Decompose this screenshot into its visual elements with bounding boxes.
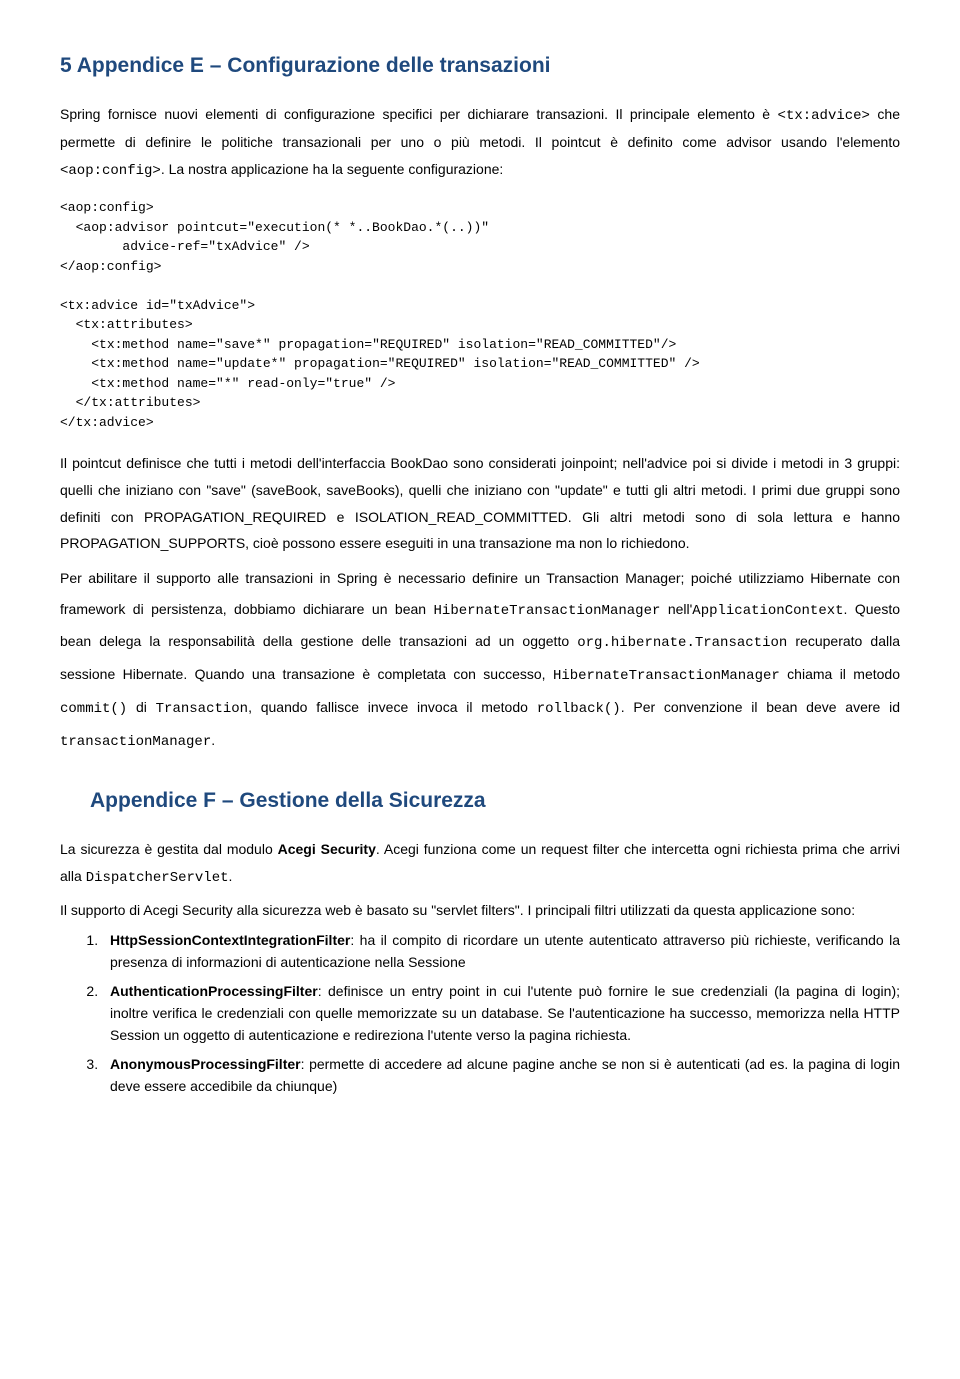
filter-name-1: HttpSessionContextIntegrationFilter	[110, 932, 350, 948]
code-dispatcher-servlet: DispatcherServlet	[86, 870, 229, 886]
code-rollback: rollback()	[537, 701, 621, 717]
text: La sicurezza è gestita dal modulo	[60, 841, 278, 857]
text: .	[211, 732, 215, 748]
filter-list: HttpSessionContextIntegrationFilter: ha …	[60, 930, 900, 1098]
code-commit: commit()	[60, 701, 127, 717]
code-tx-manager-id: transactionManager	[60, 734, 211, 750]
text: Spring fornisce nuovi elementi di config…	[60, 106, 778, 122]
list-item: HttpSessionContextIntegrationFilter: ha …	[102, 930, 900, 973]
filter-name-3: AnonymousProcessingFilter	[110, 1056, 301, 1072]
code-org-hibernate-tx: org.hibernate.Transaction	[577, 635, 787, 651]
code-hibernate-tx-mgr2: HibernateTransactionManager	[553, 668, 780, 684]
intro-paragraph: Spring fornisce nuovi elementi di config…	[60, 101, 900, 185]
text: di	[127, 699, 155, 715]
text: , quando fallisce invece invoca il metod…	[248, 699, 537, 715]
text: chiama il metodo	[780, 666, 900, 682]
text: .	[229, 868, 233, 884]
heading-appendix-f: Appendice F – Gestione della Sicurezza	[90, 785, 900, 818]
code-hibernate-tx-mgr: HibernateTransactionManager	[434, 603, 661, 619]
paragraph-tx-manager: Per abilitare il supporto alle transazio…	[60, 563, 900, 758]
text: . Per convenzione il bean deve avere id	[621, 699, 900, 715]
list-item: AnonymousProcessingFilter: permette di a…	[102, 1054, 900, 1097]
code-transaction: Transaction	[156, 701, 248, 717]
paragraph-acegi: La sicurezza è gestita dal modulo Acegi …	[60, 836, 900, 891]
text: . La nostra applicazione ha la seguente …	[161, 161, 503, 177]
code-block-config: <aop:config> <aop:advisor pointcut="exec…	[60, 198, 900, 432]
filter-name-2: AuthenticationProcessingFilter	[110, 983, 318, 999]
heading-appendix-e: 5 Appendice E – Configurazione delle tra…	[60, 50, 900, 83]
code-app-context: ApplicationContext	[692, 603, 843, 619]
paragraph-filters-intro: Il supporto di Acegi Security alla sicur…	[60, 897, 900, 924]
code-aop-config: <aop:config>	[60, 163, 161, 179]
bold-acegi: Acegi Security	[278, 841, 376, 857]
paragraph-pointcut: Il pointcut definisce che tutti i metodi…	[60, 450, 900, 556]
code-tx-advice: <tx:advice>	[778, 108, 870, 124]
text: nell'	[660, 601, 692, 617]
list-item: AuthenticationProcessingFilter: definisc…	[102, 981, 900, 1046]
